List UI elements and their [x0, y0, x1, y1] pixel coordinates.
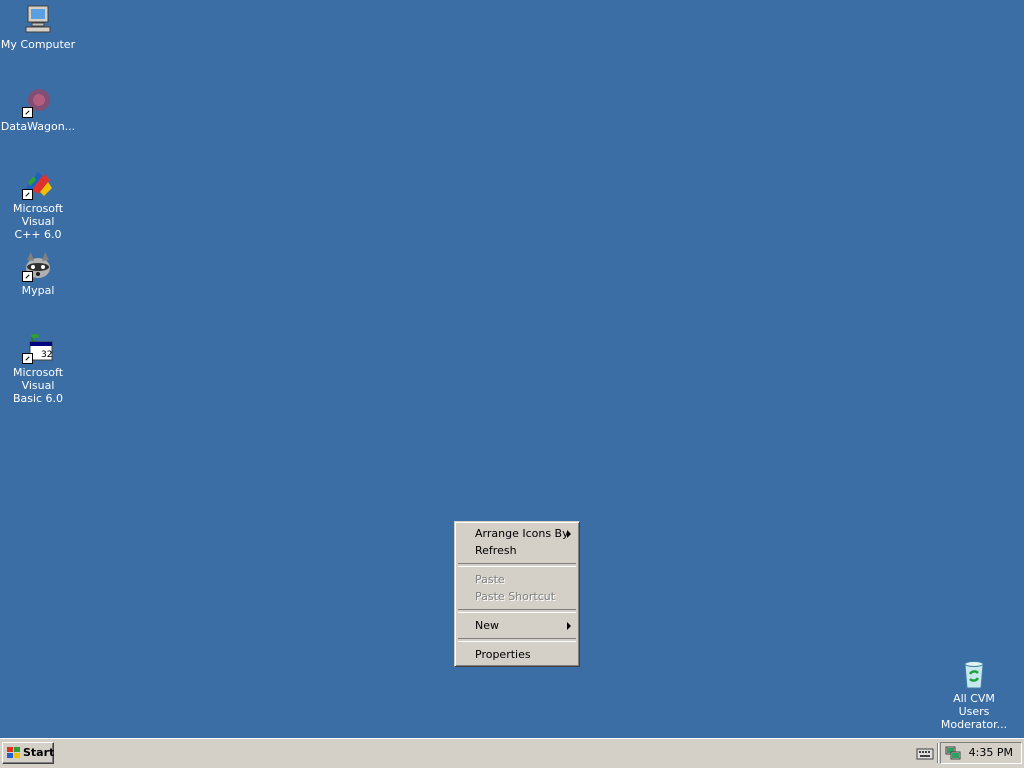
desktop-icon-label: DataWagon...	[0, 120, 76, 133]
svg-text:32: 32	[41, 350, 52, 360]
desktop-icon-label: Mypal	[21, 284, 55, 297]
shortcut-arrow-icon	[22, 189, 33, 200]
menu-item-refresh[interactable]: Refresh	[457, 542, 577, 559]
datawagon-icon	[22, 86, 54, 118]
visual-basic-icon: 32	[22, 332, 54, 364]
tray-divider	[937, 743, 939, 763]
menu-item-label: Properties	[475, 648, 531, 661]
menu-item-label: Arrange Icons By	[475, 527, 569, 540]
submenu-arrow-icon	[567, 622, 571, 630]
taskbar: Start 4:35 PM	[0, 738, 1024, 768]
submenu-arrow-icon	[567, 530, 571, 538]
system-tray: 4:35 PM	[940, 742, 1022, 764]
menu-item-label: Paste Shortcut	[475, 590, 556, 603]
menu-item-label: Paste	[475, 573, 505, 586]
menu-item-arrange-icons-by[interactable]: Arrange Icons By	[457, 525, 577, 542]
menu-separator	[458, 609, 576, 613]
shortcut-arrow-icon	[22, 107, 33, 118]
start-button[interactable]: Start	[2, 742, 54, 764]
shortcut-arrow-icon	[22, 271, 33, 282]
menu-item-new[interactable]: New	[457, 617, 577, 634]
desktop-context-menu: Arrange Icons By Refresh Paste Paste Sho…	[454, 521, 580, 667]
desktop-icon-visual-basic[interactable]: 32 Microsoft Visual Basic 6.0	[0, 332, 76, 405]
recycle-bin-icon	[958, 658, 990, 690]
desktop-icon-label: Microsoft Visual Basic 6.0	[12, 366, 64, 405]
windows-logo-icon	[7, 747, 20, 758]
desktop-icon-mypal[interactable]: Mypal	[0, 250, 76, 297]
menu-separator	[458, 638, 576, 642]
keyboard-icon[interactable]	[916, 745, 934, 761]
mypal-raccoon-icon	[22, 250, 54, 282]
menu-separator	[458, 563, 576, 567]
clock[interactable]: 4:35 PM	[969, 743, 1013, 763]
desktop-icon-label: All CVM Users Moderator...	[940, 692, 1008, 731]
network-icon[interactable]	[945, 746, 961, 760]
desktop-icon-label: My Computer	[0, 38, 76, 51]
visual-cpp-icon	[22, 168, 54, 200]
start-label: Start	[23, 746, 55, 759]
menu-item-paste-shortcut[interactable]: Paste Shortcut	[457, 588, 577, 605]
desktop-icon-recycle-bin[interactable]: All CVM Users Moderator...	[936, 658, 1012, 731]
shortcut-arrow-icon	[22, 353, 33, 364]
menu-item-label: Refresh	[475, 544, 517, 557]
desktop-icon-my-computer[interactable]: My Computer	[0, 4, 76, 51]
desktop-icon-visual-cpp[interactable]: Microsoft Visual C++ 6.0	[0, 168, 76, 241]
menu-item-properties[interactable]: Properties	[457, 646, 577, 663]
my-computer-icon	[22, 4, 54, 36]
desktop-icon-datawagon[interactable]: DataWagon...	[0, 86, 76, 133]
desktop[interactable]: My Computer DataWagon... Microsoft Visua…	[0, 0, 1024, 738]
desktop-icon-label: Microsoft Visual C++ 6.0	[12, 202, 64, 241]
menu-item-label: New	[475, 619, 499, 632]
menu-item-paste[interactable]: Paste	[457, 571, 577, 588]
